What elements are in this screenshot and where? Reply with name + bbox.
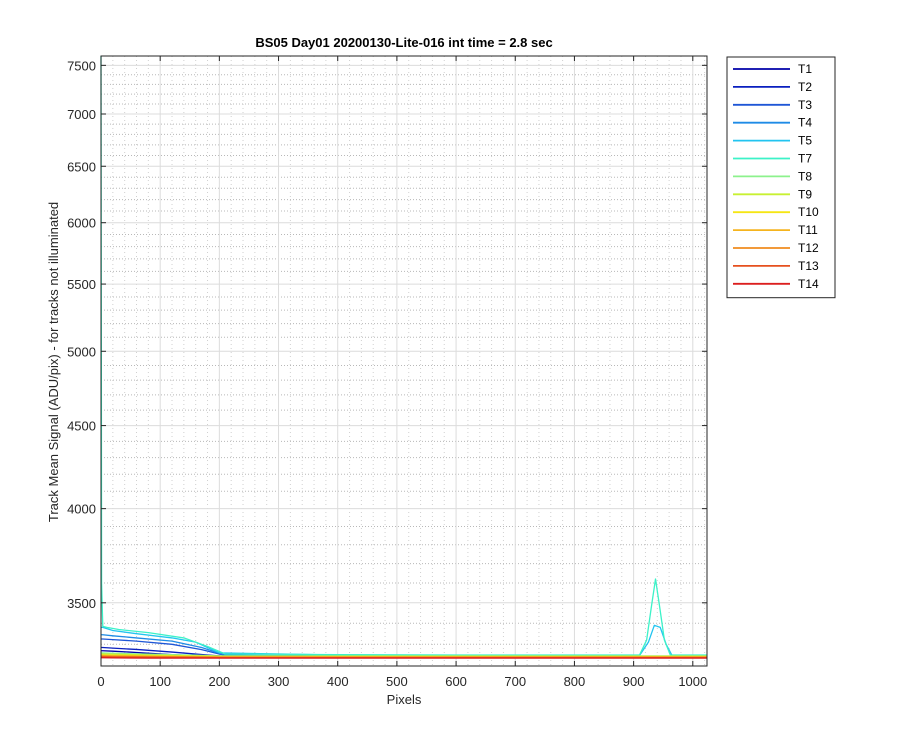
x-tick-label: 200 (209, 674, 231, 689)
legend-box (726, 56, 836, 299)
x-tick-label: 300 (268, 674, 290, 689)
y-tick-label: 6500 (67, 159, 96, 174)
legend-label-t2: T2 (798, 80, 812, 94)
y-tick-label: 3500 (67, 596, 96, 611)
y-tick-label: 5500 (67, 277, 96, 292)
x-tick-label: 500 (386, 674, 408, 689)
y-tick-label: 4000 (67, 502, 96, 517)
chart-figure: BS05 Day01 20200130-Lite-016 int time = … (0, 0, 900, 750)
legend-label-t12: T12 (798, 241, 819, 255)
x-tick-label: 700 (504, 674, 526, 689)
x-tick-label: 1000 (678, 674, 707, 689)
y-tick-label: 4500 (67, 419, 96, 434)
x-tick-label: 100 (149, 674, 171, 689)
y-tick-label: 6000 (67, 216, 96, 231)
legend-label-t11: T11 (798, 223, 818, 237)
legend: T1 T2 T3 T4 T5 T7 T8 T9 T10 T11 T12 T13 T14 (726, 56, 836, 299)
legend-label-t13: T13 (798, 259, 819, 273)
legend-label-t9: T9 (798, 187, 812, 201)
y-tick-label: 7500 (67, 58, 96, 73)
legend-label-t14: T14 (798, 277, 819, 291)
legend-label-t8: T8 (798, 169, 812, 183)
x-tick-label: 800 (564, 674, 586, 689)
y-tick-label: 5000 (67, 344, 96, 359)
x-tick-label: 400 (327, 674, 349, 689)
y-axis-label: Track Mean Signal (ADU/pix) - for tracks… (46, 202, 61, 522)
legend-label-t5: T5 (798, 134, 812, 148)
x-tick-label: 0 (97, 674, 104, 689)
legend-label-t10: T10 (798, 205, 819, 219)
x-tick-label: 900 (623, 674, 645, 689)
legend-label-t7: T7 (798, 152, 812, 166)
legend-label-t4: T4 (798, 116, 812, 130)
chart-title: BS05 Day01 20200130-Lite-016 int time = … (255, 35, 552, 50)
legend-label-t1: T1 (798, 62, 812, 76)
y-tick-label: 7000 (67, 107, 96, 122)
legend-label-t3: T3 (798, 98, 812, 112)
x-axis-label: Pixels (387, 692, 422, 707)
x-tick-label: 600 (445, 674, 467, 689)
